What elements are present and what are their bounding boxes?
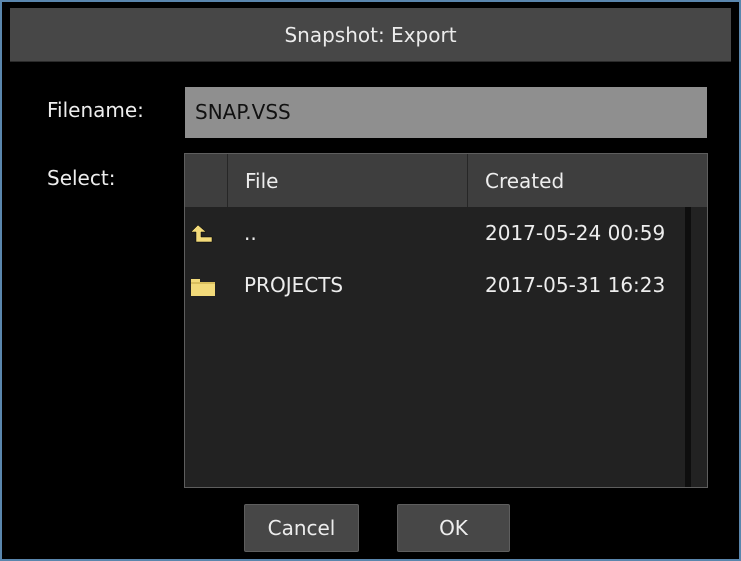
- folder-icon: [185, 260, 225, 310]
- column-header-created[interactable]: Created: [467, 154, 707, 207]
- dialog-title: Snapshot: Export: [284, 22, 457, 47]
- file-list-header: File Created: [185, 154, 707, 207]
- dialog-title-bar[interactable]: Snapshot: Export: [10, 8, 731, 62]
- file-row-projects[interactable]: PROJECTS 2017-05-31 16:23: [185, 260, 685, 310]
- ok-button[interactable]: OK: [397, 504, 510, 552]
- filename-input[interactable]: [185, 87, 707, 138]
- filename-label: Filename:: [47, 98, 144, 122]
- parent-directory-icon: [185, 208, 225, 258]
- icon-column-header: [185, 154, 227, 207]
- export-dialog: Snapshot: Export Filename: Select: File …: [0, 0, 741, 561]
- file-created: 2017-05-31 16:23: [485, 273, 666, 297]
- cancel-button[interactable]: Cancel: [244, 504, 359, 552]
- file-list[interactable]: File Created .. 2017-05-24 00:59 PROJECT…: [184, 153, 708, 488]
- column-header-file[interactable]: File: [227, 154, 467, 207]
- vertical-scrollbar[interactable]: [685, 207, 707, 487]
- file-name: PROJECTS: [244, 273, 344, 297]
- select-label: Select:: [47, 166, 116, 190]
- scrollbar-track[interactable]: [685, 207, 691, 487]
- file-row-parent[interactable]: .. 2017-05-24 00:59: [185, 208, 685, 258]
- file-name: ..: [244, 221, 257, 245]
- file-created: 2017-05-24 00:59: [485, 221, 666, 245]
